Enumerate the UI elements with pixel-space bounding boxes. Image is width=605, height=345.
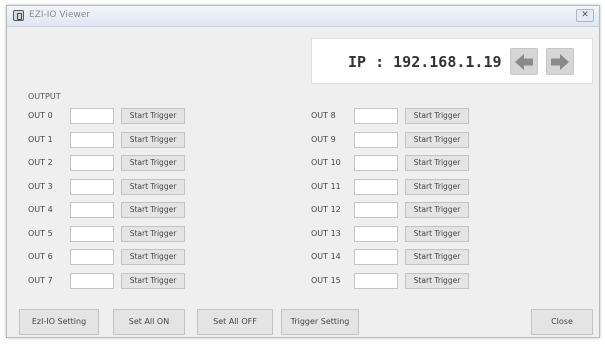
start-trigger-button[interactable]: Start Trigger — [405, 225, 469, 242]
start-trigger-button[interactable]: Start Trigger — [405, 249, 469, 265]
output-row: OUT 0 Start Trigger — [28, 108, 198, 124]
output-row: OUT 6 Start Trigger — [28, 249, 198, 265]
output-value-field[interactable] — [70, 202, 114, 218]
output-label: OUT 13 — [311, 228, 341, 238]
ip-panel: IP : 192.168.1.19 — [311, 38, 593, 84]
output-value-field[interactable] — [70, 178, 114, 195]
output-label: OUT 4 — [28, 205, 53, 214]
output-row: OUT 12 Start Trigger — [311, 202, 481, 218]
output-label: OUT 6 — [28, 252, 53, 261]
start-trigger-button[interactable]: Start Trigger — [121, 131, 185, 148]
start-trigger-button[interactable]: Start Trigger — [405, 155, 469, 171]
output-label: OUT 14 — [311, 252, 341, 261]
output-label: OUT 8 — [311, 111, 336, 120]
output-value-field[interactable] — [354, 272, 398, 289]
output-label: OUT 5 — [28, 228, 53, 238]
arrow-left-icon — [515, 54, 533, 70]
output-value-field[interactable] — [70, 108, 114, 124]
ip-address-label: IP : 192.168.1.19 — [348, 53, 502, 71]
start-trigger-button[interactable]: Start Trigger — [121, 202, 185, 218]
start-trigger-button[interactable]: Start Trigger — [121, 225, 185, 242]
output-label: OUT 7 — [28, 275, 53, 285]
output-value-field[interactable] — [70, 249, 114, 265]
output-row: OUT 1 Start Trigger — [28, 131, 198, 148]
output-value-field[interactable] — [70, 272, 114, 289]
output-value-field[interactable] — [354, 225, 398, 242]
app-icon — [13, 10, 24, 21]
output-value-field[interactable] — [354, 131, 398, 148]
output-section-label: OUTPUT — [28, 92, 61, 101]
output-label: OUT 11 — [311, 181, 341, 191]
window-title: EZI-IO Viewer — [29, 10, 90, 20]
start-trigger-button[interactable]: Start Trigger — [405, 272, 469, 289]
set-all-off-button[interactable]: Set All OFF — [197, 309, 273, 335]
start-trigger-button[interactable]: Start Trigger — [405, 202, 469, 218]
output-row: OUT 15 Start Trigger — [311, 272, 481, 289]
start-trigger-button[interactable]: Start Trigger — [405, 108, 469, 124]
output-row: OUT 8 Start Trigger — [311, 108, 481, 124]
arrow-right-icon — [551, 54, 569, 70]
output-row: OUT 10 Start Trigger — [311, 155, 481, 171]
output-label: OUT 12 — [311, 205, 341, 214]
output-label: OUT 2 — [28, 158, 53, 167]
output-label: OUT 15 — [311, 275, 341, 285]
output-row: OUT 13 Start Trigger — [311, 225, 481, 242]
close-button[interactable]: Close — [531, 309, 593, 335]
output-row: OUT 9 Start Trigger — [311, 131, 481, 148]
output-label: OUT 10 — [311, 158, 341, 167]
start-trigger-button[interactable]: Start Trigger — [405, 131, 469, 148]
output-row: OUT 11 Start Trigger — [311, 178, 481, 195]
start-trigger-button[interactable]: Start Trigger — [121, 178, 185, 195]
start-trigger-button[interactable]: Start Trigger — [121, 249, 185, 265]
output-label: OUT 3 — [28, 181, 53, 191]
output-label: OUT 0 — [28, 111, 53, 120]
output-value-field[interactable] — [354, 202, 398, 218]
output-value-field[interactable] — [354, 178, 398, 195]
output-value-field[interactable] — [354, 155, 398, 171]
start-trigger-button[interactable]: Start Trigger — [121, 108, 185, 124]
output-row: OUT 5 Start Trigger — [28, 225, 198, 242]
output-value-field[interactable] — [70, 155, 114, 171]
output-row: OUT 4 Start Trigger — [28, 202, 198, 218]
output-value-field[interactable] — [70, 131, 114, 148]
output-row: OUT 7 Start Trigger — [28, 272, 198, 289]
output-value-field[interactable] — [354, 249, 398, 265]
start-trigger-button[interactable]: Start Trigger — [405, 178, 469, 195]
next-device-button[interactable] — [546, 48, 574, 75]
trigger-setting-button[interactable]: Trigger Setting — [281, 309, 359, 335]
window-close-button[interactable]: ✕ — [576, 9, 594, 22]
io-viewer-window: EZI-IO Viewer ✕ IP : 192.168.1.19 OUTPUT… — [6, 5, 600, 338]
output-label: OUT 9 — [311, 134, 336, 144]
output-label: OUT 1 — [28, 134, 53, 144]
title-bar[interactable]: EZI-IO Viewer ✕ — [7, 6, 599, 27]
ezi-io-setting-button[interactable]: EzI-IO Setting — [19, 309, 99, 335]
output-row: OUT 3 Start Trigger — [28, 178, 198, 195]
output-value-field[interactable] — [70, 225, 114, 242]
output-row: OUT 2 Start Trigger — [28, 155, 198, 171]
output-value-field[interactable] — [354, 108, 398, 124]
start-trigger-button[interactable]: Start Trigger — [121, 155, 185, 171]
output-row: OUT 14 Start Trigger — [311, 249, 481, 265]
set-all-on-button[interactable]: Set All ON — [113, 309, 185, 335]
start-trigger-button[interactable]: Start Trigger — [121, 272, 185, 289]
previous-device-button[interactable] — [510, 48, 538, 75]
